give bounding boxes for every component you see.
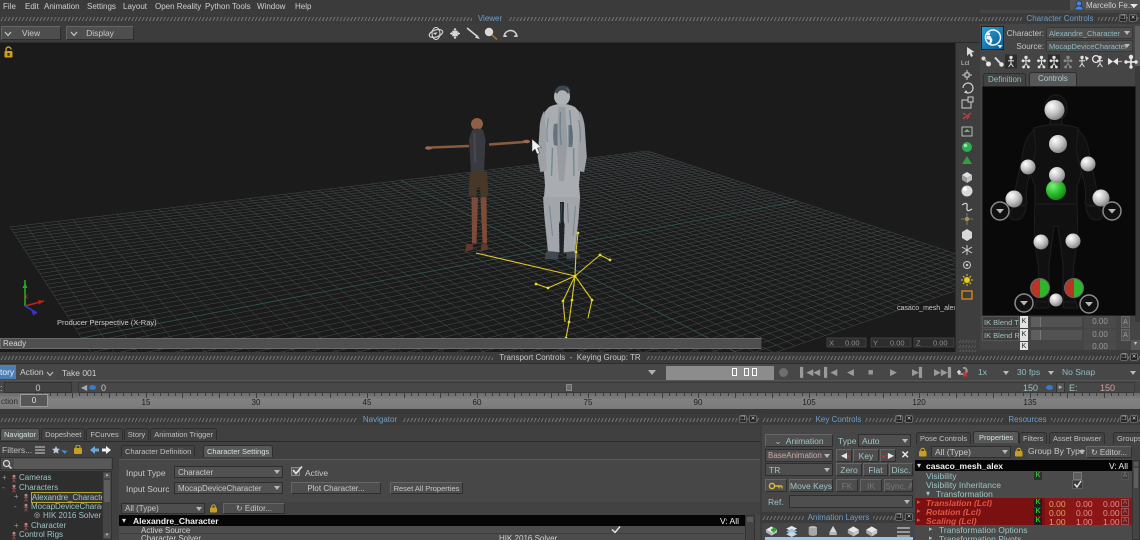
svg-text:Producer Perspective (X-Ray): Producer Perspective (X-Ray) xyxy=(57,318,157,327)
svg-text:Z: Z xyxy=(916,339,921,348)
svg-text:X: X xyxy=(829,339,834,348)
svg-text:casaco_mesh_alex: casaco_mesh_alex xyxy=(897,305,955,312)
svg-text:0.00: 0.00 xyxy=(933,339,948,348)
svg-text:0.00: 0.00 xyxy=(845,339,860,348)
svg-text:0.00: 0.00 xyxy=(890,339,905,348)
svg-text:Y: Y xyxy=(873,339,878,348)
svg-text:X: X xyxy=(24,295,28,301)
svg-text:Lcl: Lcl xyxy=(961,60,970,67)
